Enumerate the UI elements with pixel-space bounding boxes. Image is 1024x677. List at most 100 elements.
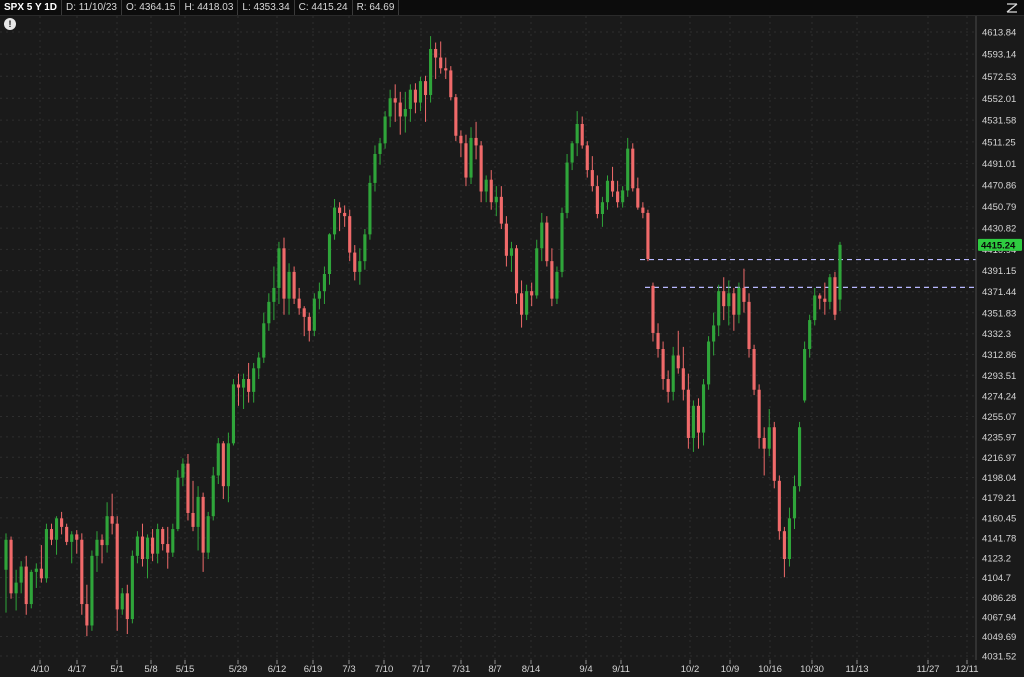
candle-body: [691, 405, 695, 438]
candle: [838, 241, 842, 312]
x-tick-label: 8/14: [522, 664, 541, 675]
candle: [737, 282, 741, 324]
candle-body: [762, 437, 766, 449]
candle-body: [712, 325, 716, 342]
candle: [676, 330, 680, 374]
date-axis: 4/10 4/17 5/1 5/8 5/15 5/29 6/12 6/19 7/3 7/10 7/1…: [31, 660, 979, 675]
candle-body: [676, 355, 680, 369]
candle: [70, 531, 74, 564]
candle-body: [464, 143, 468, 178]
candle: [115, 516, 119, 631]
candle-body: [818, 295, 822, 299]
candle-body: [767, 427, 771, 449]
candle-body: [727, 293, 731, 307]
candle-body: [519, 293, 524, 315]
candle: [252, 362, 256, 403]
candle-body: [363, 234, 367, 262]
candle: [423, 75, 428, 122]
x-tick-label: 7/17: [412, 664, 431, 675]
candle: [9, 536, 13, 599]
candle-body: [247, 379, 251, 392]
candle: [368, 175, 372, 240]
candle-body: [403, 108, 407, 117]
candle-body: [338, 207, 342, 213]
candle: [247, 362, 251, 403]
last-price-tag: 4415.24: [978, 238, 1022, 251]
grid-lines: [0, 16, 976, 660]
candle: [49, 523, 54, 546]
candle: [403, 91, 407, 133]
candle: [570, 141, 574, 171]
candle-body: [828, 277, 832, 302]
candle-body: [782, 531, 786, 560]
x-tick-label: 7/10: [375, 664, 394, 675]
candle: [459, 130, 463, 158]
candle-body: [105, 516, 109, 546]
candle: [302, 306, 306, 337]
candlestick-chart[interactable]: 4613.84 4593.14 4572.53 4552.01 4531.58 4511.…: [0, 0, 1024, 677]
y-tick-label: 4216.97: [982, 453, 1016, 464]
candle: [54, 516, 59, 555]
candle: [813, 287, 817, 326]
candle: [90, 550, 94, 631]
candle: [398, 91, 402, 135]
candle-body: [600, 202, 605, 214]
candle-body: [636, 188, 640, 208]
candle-body: [4, 539, 8, 570]
y-tick-label: 4450.79: [982, 202, 1016, 213]
candle-body: [616, 191, 620, 203]
candle-body: [514, 248, 519, 294]
candle-body: [423, 81, 428, 96]
candle: [444, 57, 448, 79]
x-tick-label: 11/27: [916, 664, 939, 675]
candle-body: [590, 170, 594, 187]
candle: [267, 293, 271, 331]
y-tick-label: 4141.78: [982, 533, 1016, 544]
candle-body: [312, 298, 316, 331]
candle: [272, 266, 276, 321]
candle: [231, 379, 236, 446]
candle-body: [823, 298, 827, 302]
candle-body: [757, 389, 761, 438]
candle: [449, 66, 453, 101]
candle: [797, 421, 802, 492]
candle: [828, 274, 832, 310]
candle: [418, 76, 423, 112]
candle-body: [661, 349, 665, 380]
candle: [338, 202, 342, 232]
candle: [287, 263, 291, 315]
candle-body: [509, 248, 514, 256]
x-tick-label: 5/15: [176, 664, 195, 675]
y-tick-label: 4511.25: [982, 137, 1016, 148]
candle-body: [580, 123, 584, 146]
candle: [221, 441, 225, 500]
candle-body: [540, 222, 544, 249]
candle-body: [772, 427, 776, 481]
candle-body: [560, 212, 564, 272]
x-tick-label: 6/19: [304, 664, 323, 675]
x-tick-label: 10/30: [800, 664, 824, 675]
x-tick-label: 5/8: [144, 664, 157, 675]
candle: [742, 268, 746, 313]
candle-body: [287, 271, 291, 299]
x-tick-label: 10/9: [721, 664, 740, 675]
candle-body: [186, 463, 190, 513]
candle-body: [125, 593, 129, 620]
candle: [509, 241, 514, 272]
candle: [135, 531, 139, 564]
candle: [110, 493, 114, 535]
candle-body: [206, 516, 210, 553]
candle-body: [211, 475, 215, 517]
x-tick-label: 7/31: [452, 664, 471, 675]
candle-body: [434, 48, 438, 58]
x-tick-label: 10/2: [681, 664, 700, 675]
candle-body: [717, 291, 721, 326]
x-tick-label: 9/11: [612, 664, 630, 675]
candle-body: [489, 179, 493, 203]
y-tick-label: 4049.69: [982, 632, 1016, 643]
y-tick-label: 4104.7: [982, 573, 1011, 584]
candle: [408, 84, 412, 122]
candle: [191, 480, 195, 532]
candle: [646, 209, 650, 262]
candle: [358, 248, 362, 285]
